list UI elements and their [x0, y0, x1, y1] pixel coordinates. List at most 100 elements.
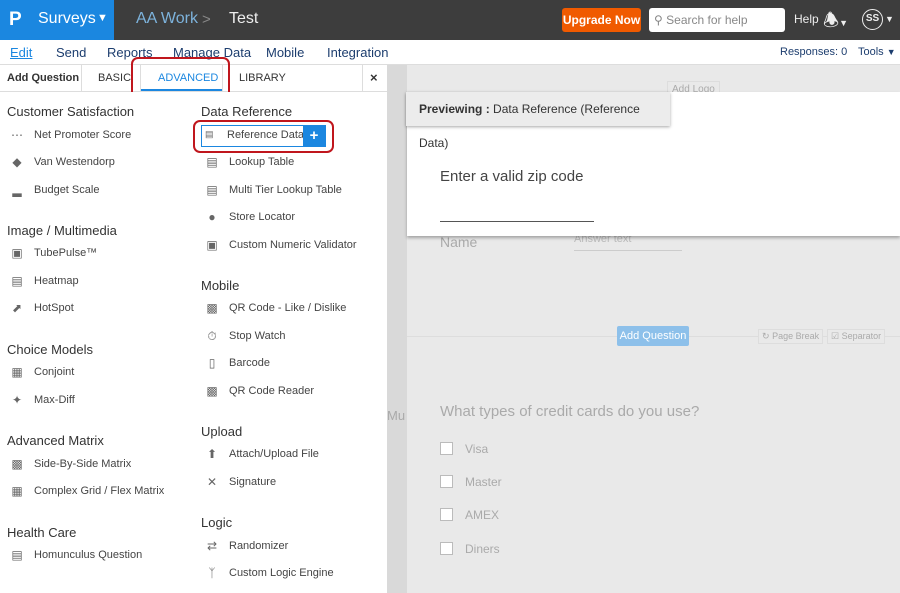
- app-name: Surveys: [38, 10, 96, 27]
- nav-mobile[interactable]: Mobile: [266, 45, 304, 60]
- help-link[interactable]: Help: [794, 12, 819, 26]
- option-diners: Diners: [465, 542, 500, 556]
- page-break-button[interactable]: ↻ Page Break: [758, 329, 824, 344]
- logo-icon: P: [9, 9, 22, 30]
- breadcrumb-survey: Test: [229, 10, 259, 27]
- name-label: Name: [440, 234, 478, 250]
- bell-icon[interactable]: 🕭▼: [823, 8, 848, 38]
- table-icon: ▤: [206, 155, 218, 169]
- section-image-multimedia: Image / Multimedia: [7, 223, 117, 238]
- item-custom-logic-engine[interactable]: ᛉ Custom Logic Engine: [203, 565, 333, 581]
- search-placeholder: Search for help: [666, 13, 748, 27]
- option-visa: Visa: [465, 442, 489, 456]
- upload-icon: ⬆: [206, 447, 218, 461]
- pointer-icon: ⬈: [11, 301, 23, 315]
- section-customer-satisfaction: Customer Satisfaction: [7, 104, 135, 119]
- section-upload: Upload: [201, 424, 243, 439]
- tools-menu[interactable]: Tools ▼: [858, 46, 896, 58]
- map-pin-icon: ●: [208, 210, 216, 224]
- signature-icon: ✕: [206, 475, 218, 489]
- add-question-button[interactable]: Add Question: [617, 326, 689, 346]
- item-net-promoter-score[interactable]: ⋯ Net Promoter Score: [8, 127, 131, 143]
- item-side-by-side-matrix[interactable]: ▩ Side-By-Side Matrix: [8, 456, 131, 472]
- question-credit-cards: What types of credit cards do you use?: [440, 403, 700, 420]
- nps-icon: ⋯: [11, 128, 23, 142]
- item-qr-code-reader[interactable]: ▩ QR Code Reader: [203, 383, 314, 399]
- nav-integration[interactable]: Integration: [327, 45, 388, 60]
- tier-table-icon: ▤: [206, 183, 218, 197]
- item-heatmap[interactable]: ▤ Heatmap: [8, 273, 78, 289]
- item-complex-grid[interactable]: ▦ Complex Grid / Flex Matrix: [8, 483, 164, 499]
- item-store-locator[interactable]: ● Store Locator: [203, 209, 295, 225]
- hidden-label-fragment: Mu: [387, 408, 406, 423]
- heatmap-icon: ▤: [11, 274, 23, 288]
- item-barcode[interactable]: ▯ Barcode: [203, 355, 270, 371]
- check-icon: ☑: [831, 331, 840, 341]
- item-signature[interactable]: ✕ Signature: [203, 474, 276, 490]
- shuffle-icon: ⇄: [206, 539, 218, 553]
- validator-icon: ▣: [206, 238, 218, 252]
- item-attach-upload[interactable]: ⬆ Attach/Upload File: [203, 446, 319, 462]
- close-icon[interactable]: ×: [370, 70, 378, 85]
- search-icon: ⚲: [654, 13, 663, 27]
- preview-label: Previewing : Data Reference (Reference D…: [406, 92, 670, 150]
- checkbox-visa[interactable]: [440, 442, 453, 455]
- bar-chart-icon: ▂: [12, 183, 22, 197]
- breadcrumb-folder[interactable]: AA Work: [136, 10, 198, 28]
- item-custom-numeric-validator[interactable]: ▣ Custom Numeric Validator: [203, 237, 356, 253]
- branch-icon: ᛉ: [208, 566, 216, 580]
- caret-down-icon: ▼: [97, 12, 108, 24]
- stopwatch-icon: ⏱: [207, 328, 217, 343]
- section-mobile: Mobile: [201, 278, 240, 293]
- item-max-diff[interactable]: ✦ Max-Diff: [8, 392, 75, 408]
- tab-basic[interactable]: BASIC: [98, 72, 131, 84]
- section-logic: Logic: [201, 515, 233, 530]
- item-stop-watch[interactable]: ⏱ Stop Watch: [203, 328, 285, 344]
- conjoint-icon: ▦: [11, 365, 23, 379]
- avatar[interactable]: SS: [862, 9, 883, 30]
- option-amex: AMEX: [465, 508, 500, 522]
- breadcrumb-separator: >: [202, 11, 211, 28]
- checkbox-master[interactable]: [440, 475, 453, 488]
- section-health-care: Health Care: [7, 525, 77, 540]
- highlight-reference-data: [193, 120, 334, 153]
- section-advanced-matrix: Advanced Matrix: [7, 433, 104, 448]
- tag-icon: ◆: [12, 155, 22, 169]
- matrix-icon: ▩: [11, 457, 23, 471]
- upgrade-button[interactable]: Upgrade Now: [562, 8, 641, 32]
- page-break-icon: ↻: [762, 331, 770, 341]
- panel-title: Add Question: [7, 72, 80, 84]
- preview-question: Enter a valid zip code: [440, 168, 584, 185]
- item-conjoint[interactable]: ▦ Conjoint: [8, 364, 74, 380]
- app-switcher[interactable]: P Surveys ▼: [0, 0, 114, 40]
- section-data-reference: Data Reference: [201, 104, 293, 119]
- option-master: Master: [465, 475, 502, 489]
- item-budget-scale[interactable]: ▂ Budget Scale: [8, 182, 99, 198]
- item-tubepulse[interactable]: ▣ TubePulse™: [8, 245, 97, 261]
- image-icon: ▤: [11, 548, 23, 562]
- barcode-icon: ▯: [208, 356, 216, 370]
- item-van-westendorp[interactable]: ◆ Van Westendorp: [8, 154, 115, 170]
- qr-icon: ▩: [206, 301, 218, 315]
- grid-icon: ▦: [11, 484, 23, 498]
- qr-reader-icon: ▩: [206, 384, 218, 398]
- checkbox-diners[interactable]: [440, 542, 453, 555]
- separator-button[interactable]: ☑ Separator: [827, 329, 886, 344]
- item-homunculus[interactable]: ▤ Homunculus Question: [8, 547, 142, 563]
- help-search-input[interactable]: ⚲ Search for help: [649, 8, 785, 32]
- item-qr-like-dislike[interactable]: ▩ QR Code - Like / Dislike: [203, 300, 346, 316]
- nav-send[interactable]: Send: [56, 45, 86, 60]
- preview-answer-line[interactable]: [440, 221, 594, 222]
- section-choice-models: Choice Models: [7, 342, 93, 357]
- item-randomizer[interactable]: ⇄ Randomizer: [203, 538, 288, 554]
- avatar-caret-icon[interactable]: ▼: [885, 14, 894, 24]
- item-hotspot[interactable]: ⬈ HotSpot: [8, 300, 74, 316]
- wand-icon: ✦: [11, 393, 23, 407]
- tab-library[interactable]: LIBRARY: [239, 72, 286, 84]
- item-lookup-table[interactable]: ▤ Lookup Table: [203, 154, 294, 170]
- responses-count[interactable]: Responses: 0: [780, 46, 847, 58]
- item-multi-tier-lookup[interactable]: ▤ Multi Tier Lookup Table: [203, 182, 342, 198]
- checkbox-amex[interactable]: [440, 508, 453, 521]
- video-icon: ▣: [11, 246, 23, 260]
- nav-edit[interactable]: Edit: [10, 45, 32, 60]
